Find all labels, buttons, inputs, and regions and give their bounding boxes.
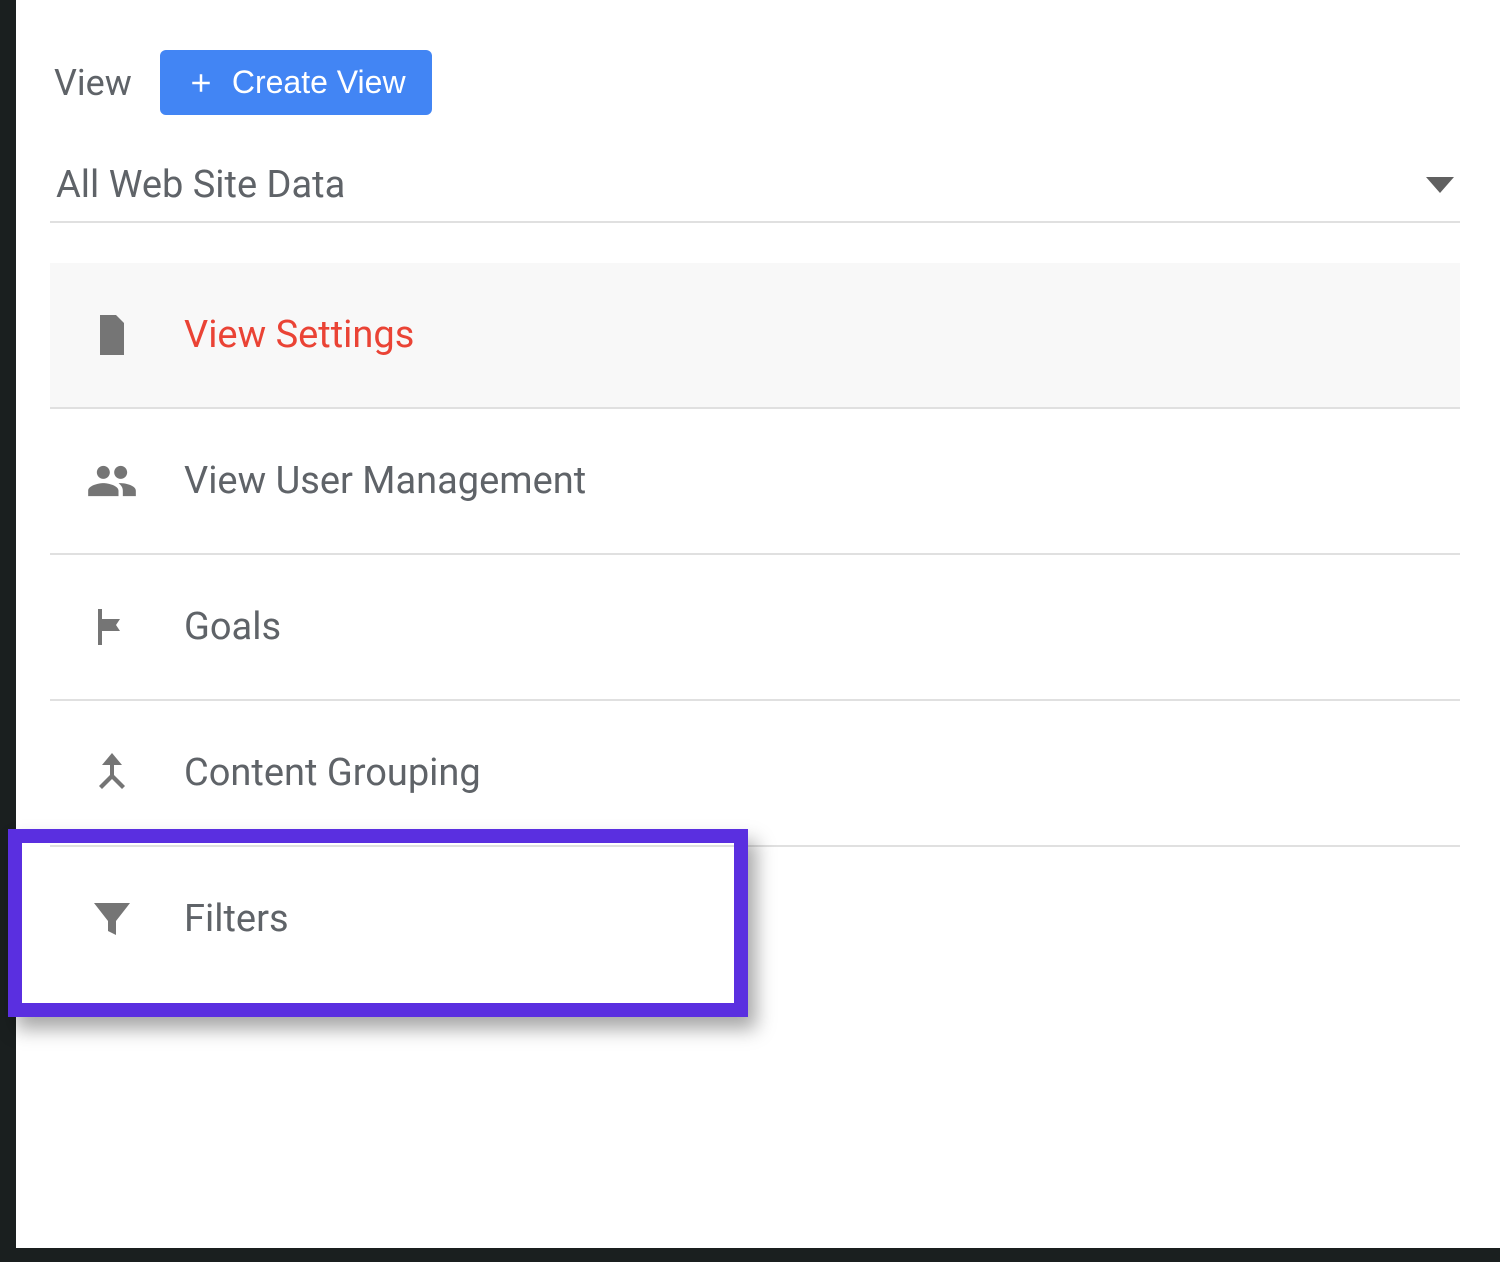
create-view-button[interactable]: Create View <box>160 50 432 115</box>
menu-item-label: Content Grouping <box>184 751 481 795</box>
menu-item-view-settings[interactable]: View Settings <box>50 263 1460 409</box>
menu-item-goals[interactable]: Goals <box>50 555 1460 701</box>
view-selector-dropdown[interactable]: All Web Site Data <box>50 163 1460 223</box>
view-menu: View Settings View User Management Goals… <box>50 263 1460 991</box>
merge-icon <box>84 745 140 801</box>
create-view-button-label: Create View <box>232 64 406 101</box>
flag-icon <box>84 599 140 655</box>
menu-item-content-grouping[interactable]: Content Grouping <box>50 701 1460 847</box>
funnel-icon <box>84 891 140 947</box>
menu-item-label: View Settings <box>184 313 414 357</box>
view-section-label: View <box>54 62 132 104</box>
document-icon <box>84 307 140 363</box>
people-icon <box>84 453 140 509</box>
frame-edge-left <box>0 0 16 1262</box>
frame-edge-bottom <box>0 1248 1500 1262</box>
plus-icon <box>186 68 216 98</box>
view-admin-panel: View Create View All Web Site Data View … <box>50 50 1460 1232</box>
menu-item-label: View User Management <box>184 459 586 503</box>
menu-item-label: Filters <box>184 897 289 941</box>
view-header-row: View Create View <box>50 50 1460 127</box>
caret-down-icon <box>1426 177 1454 193</box>
menu-item-filters[interactable]: Filters <box>50 847 1460 991</box>
view-selector-label: All Web Site Data <box>56 163 345 207</box>
menu-item-label: Goals <box>184 605 281 649</box>
menu-item-view-user-management[interactable]: View User Management <box>50 409 1460 555</box>
